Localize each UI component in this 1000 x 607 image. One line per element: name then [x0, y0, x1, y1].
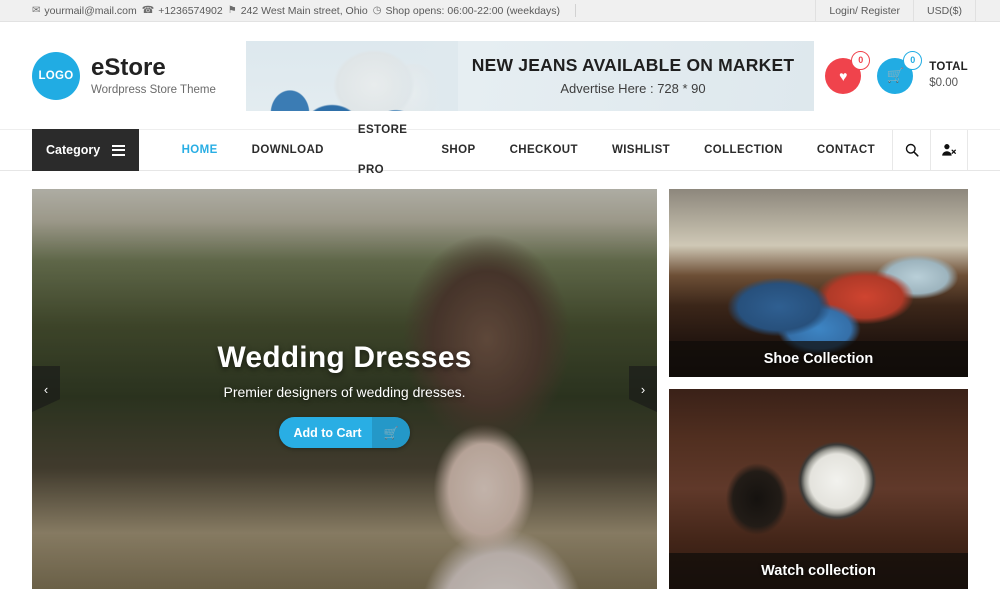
email-text: yourmail@mail.com [44, 4, 137, 17]
clock-icon: ◷ [372, 4, 382, 16]
hero-subtitle: Premier designers of wedding dresses. [223, 384, 466, 400]
main-content: Wedding Dresses Premier designers of wed… [0, 171, 1000, 589]
currency-selector[interactable]: USD($) [912, 0, 976, 21]
login-register-link[interactable]: Login/ Register [815, 0, 913, 21]
category-dropdown-button[interactable]: Category [32, 129, 139, 171]
nav-item-home[interactable]: HOME [165, 130, 235, 170]
hours-text: Shop opens: 06:00-22:00 (weekdays) [385, 4, 561, 17]
banner-subtitle: Advertise Here : 728 * 90 [560, 81, 706, 96]
banner-title: NEW JEANS AVAILABLE ON MARKET [471, 55, 795, 75]
nav-item-estore-pro[interactable]: ESTORE PRO [341, 110, 424, 190]
watch-collection-label: Watch collection [669, 553, 968, 589]
cart-total: TOTAL $0.00 [929, 60, 968, 91]
cart-total-amount: $0.00 [929, 76, 959, 89]
top-bar: ✉ yourmail@mail.com ☎ +1236574902 ⚑ 242 … [0, 0, 1000, 22]
phone-text: +1236574902 [158, 4, 223, 17]
hero-slider[interactable]: Wedding Dresses Premier designers of wed… [32, 189, 657, 589]
nav-icon-group [892, 130, 968, 170]
wishlist-count-badge: 0 [851, 50, 871, 70]
header-actions: ♥ 0 🛒 0 TOTAL $0.00 [825, 50, 968, 94]
phone-icon: ☎ [141, 4, 155, 16]
add-to-cart-label: Add to Cart [293, 425, 362, 440]
user-logout-icon[interactable] [930, 130, 968, 170]
shoe-collection-label: Shoe Collection [669, 341, 968, 377]
main-navigation: Category HOME DOWNLOAD ESTORE PRO SHOP C… [0, 124, 1000, 176]
search-icon[interactable] [892, 130, 930, 170]
wishlist-button[interactable]: ♥ 0 [825, 50, 871, 94]
hero-title: Wedding Dresses [217, 341, 472, 374]
category-cards: Shoe Collection Watch collection [669, 189, 968, 589]
top-bar-account-group: Login/ Register USD($) [815, 0, 1000, 21]
hero-caption: Wedding Dresses Premier designers of wed… [32, 341, 657, 448]
address-item: ⚑ 242 West Main street, Ohio [228, 5, 368, 17]
address-text: 242 West Main street, Ohio [240, 4, 368, 17]
cart-icon: 🛒 [372, 417, 410, 448]
advertisement-banner[interactable]: NEW JEANS AVAILABLE ON MARKET Advertise … [246, 40, 814, 111]
mail-icon: ✉ [32, 4, 41, 16]
cart-total-label: TOTAL [929, 60, 968, 73]
nav-item-collection[interactable]: COLLECTION [687, 130, 800, 170]
location-pin-icon: ⚑ [227, 4, 237, 16]
top-bar-divider [575, 4, 577, 17]
watch-collection-card[interactable]: Watch collection [669, 389, 968, 589]
banner-text-group: NEW JEANS AVAILABLE ON MARKET Advertise … [460, 41, 806, 111]
phone-item[interactable]: ☎ +1236574902 [142, 5, 223, 17]
top-bar-contact-group: ✉ yourmail@mail.com ☎ +1236574902 ⚑ 242 … [0, 4, 586, 17]
nav-item-contact[interactable]: CONTACT [800, 130, 892, 170]
category-label: Category [46, 143, 101, 157]
hamburger-menu-icon [111, 144, 125, 156]
nav-menu: HOME DOWNLOAD ESTORE PRO SHOP CHECKOUT W… [165, 124, 892, 176]
shoe-collection-card[interactable]: Shoe Collection [669, 189, 968, 377]
site-header: LOGO eStore Wordpress Store Theme NEW JE… [0, 22, 1000, 129]
nav-item-download[interactable]: DOWNLOAD [235, 130, 341, 170]
email-item[interactable]: ✉ yourmail@mail.com [32, 5, 137, 17]
nav-item-checkout[interactable]: CHECKOUT [493, 130, 595, 170]
logo-mark: LOGO [32, 51, 80, 100]
brand-text-group: eStore Wordpress Store Theme [91, 55, 216, 95]
nav-item-wishlist[interactable]: WISHLIST [595, 130, 687, 170]
logo-block[interactable]: LOGO eStore Wordpress Store Theme [32, 51, 244, 100]
brand-name: eStore [91, 54, 166, 82]
add-to-cart-button[interactable]: Add to Cart 🛒 [279, 417, 410, 448]
brand-tagline: Wordpress Store Theme [91, 83, 216, 96]
hours-item: ◷ Shop opens: 06:00-22:00 (weekdays) [373, 5, 560, 17]
cart-button[interactable]: 🛒 0 [877, 50, 923, 94]
nav-item-shop[interactable]: SHOP [424, 130, 492, 170]
cart-count-badge: 0 [903, 50, 923, 70]
banner-photo [246, 40, 458, 111]
